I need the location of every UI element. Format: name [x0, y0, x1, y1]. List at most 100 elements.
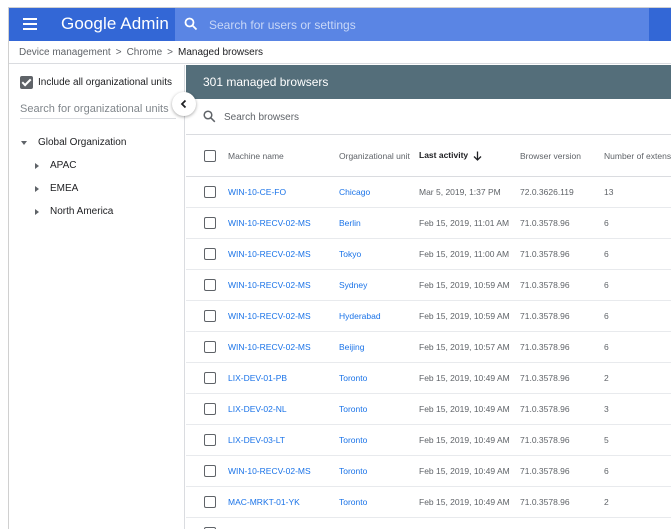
org-unit-link[interactable]: Beijing	[339, 331, 419, 363]
extensions-count-cell: 13	[604, 176, 671, 208]
tree-item-label: North America	[50, 206, 114, 217]
table-row[interactable]: WIN-10-RECV-02-MS Toronto Feb 15, 2019, 10…	[186, 455, 671, 487]
collapse-sidebar-button[interactable]	[172, 92, 196, 116]
machine-name-link[interactable]: WIN-10-RECV-02-MS	[228, 331, 339, 363]
breadcrumb-device-management[interactable]: Device management	[19, 47, 111, 58]
breadcrumb-chrome[interactable]: Chrome	[127, 47, 163, 58]
table-row[interactable]: WIN-10-RECV-02-MS Sydney Feb 15, 2019, 10:…	[186, 269, 671, 301]
table-row[interactable]: WIN-10-RECV-02-MS Tokyo Feb 15, 2019, 11:0…	[186, 238, 671, 270]
breadcrumb: Device management > Chrome > Managed browser…	[9, 41, 671, 64]
machine-name-link[interactable]: MAC-MRKT-01-YK	[228, 486, 339, 518]
machine-name-link[interactable]: WIN-10-CE-FO	[228, 176, 339, 208]
browser-version-cell: 71.0.3578.96	[520, 269, 604, 301]
arrow-down-icon[interactable]	[473, 151, 482, 162]
app-title[interactable]: Google Admin	[61, 14, 169, 34]
browser-search-input[interactable]	[224, 107, 624, 127]
caret-right-icon[interactable]	[35, 208, 39, 215]
table-row[interactable]: LIX-DEV-03-LT Toronto Feb 15, 2019, 10:49 …	[186, 424, 671, 456]
column-header-last-activity[interactable]: Last activity	[419, 136, 520, 177]
browser-version-cell: 71.0.3578.96	[520, 486, 604, 518]
column-header-browser-version[interactable]: Browser version	[520, 136, 604, 177]
browser-search-row	[186, 99, 671, 135]
row-select-cell	[186, 393, 228, 425]
caret-right-icon[interactable]	[35, 185, 39, 192]
extensions-count-cell: 6	[604, 269, 671, 301]
breadcrumb-separator: >	[115, 47, 122, 58]
machine-name-link[interactable]: WIN-10-RECV-02-MS	[228, 207, 339, 239]
browser-version-cell: 71.0.3578.96	[520, 238, 604, 270]
org-unit-link[interactable]: Hyderabad	[339, 300, 419, 332]
managed-browsers-panel: 301 managed browsers Machine name Organi…	[186, 65, 671, 529]
machine-name-link[interactable]: WIN-10-RECV-02-MS	[228, 455, 339, 487]
tree-item-emea[interactable]: EMEA	[35, 183, 78, 194]
row-checkbox[interactable]	[204, 247, 216, 260]
browser-version-cell: 71.0.3578.96	[520, 362, 604, 394]
row-checkbox[interactable]	[204, 495, 216, 508]
caret-down-icon[interactable]	[21, 140, 27, 145]
extensions-count-cell: 6	[604, 455, 671, 487]
table-row[interactable]: WIN-10-RECV-02-MS Beijing Feb 15, 2019, 10…	[186, 331, 671, 363]
global-search-bar	[175, 8, 649, 41]
org-unit-link[interactable]: Toronto	[339, 424, 419, 456]
org-unit-link[interactable]: Sydney	[339, 269, 419, 301]
table-header-row: Machine name Organizational unit Last ac…	[186, 136, 671, 177]
org-unit-search-input[interactable]	[20, 99, 176, 119]
machine-name-link[interactable]: LIX-DEV-01-PB	[228, 362, 339, 394]
include-all-org-units[interactable]: Include all organizational units	[20, 75, 172, 89]
column-header-extensions[interactable]: Number of extensions	[604, 136, 671, 177]
org-unit-link[interactable]: Tokyo	[339, 238, 419, 270]
row-checkbox[interactable]	[204, 340, 216, 353]
table-row[interactable]: WIN-10-RECV-02-MS Berlin Feb 15, 2019, 11:…	[186, 207, 671, 239]
row-checkbox[interactable]	[204, 278, 216, 291]
table-row[interactable]: MAC-MRKT-02-RVTorontoFeb 15, 2019, 10:49…	[186, 517, 671, 529]
extensions-count-cell: 6	[604, 331, 671, 363]
machine-name-link[interactable]: MAC-MRKT-02-RV	[228, 517, 339, 529]
org-unit-link[interactable]: Berlin	[339, 207, 419, 239]
table-row[interactable]: WIN-10-RECV-02-MS Hyderabad Feb 15, 2019, …	[186, 300, 671, 332]
org-unit-link[interactable]: Chicago	[339, 176, 419, 208]
row-checkbox[interactable]	[204, 371, 216, 384]
caret-right-icon[interactable]	[35, 162, 39, 169]
org-unit-link[interactable]: Toronto	[339, 517, 419, 529]
org-unit-link[interactable]: Toronto	[339, 362, 419, 394]
row-checkbox[interactable]	[204, 309, 216, 322]
extensions-count-cell: 5	[604, 424, 671, 456]
row-select-cell	[186, 238, 228, 270]
row-checkbox[interactable]	[204, 433, 216, 446]
extensions-count-cell: 6	[604, 238, 671, 270]
org-unit-link[interactable]: Toronto	[339, 455, 419, 487]
search-icon	[203, 110, 216, 123]
row-checkbox[interactable]	[204, 402, 216, 415]
machine-name-link[interactable]: LIX-DEV-02-NL	[228, 393, 339, 425]
last-activity-cell: Feb 15, 2019, 10:57 AM	[419, 331, 520, 363]
include-all-checkbox[interactable]	[20, 75, 33, 89]
menu-icon[interactable]	[23, 18, 37, 30]
row-checkbox[interactable]	[204, 464, 216, 477]
machine-name-link[interactable]: LIX-DEV-03-LT	[228, 424, 339, 456]
last-activity-cell: Feb 15, 2019, 10:49 AM	[419, 486, 520, 518]
tree-item-global-organization[interactable]: Global Organization	[21, 137, 126, 148]
org-unit-link[interactable]: Toronto	[339, 393, 419, 425]
machine-name-link[interactable]: WIN-10-RECV-02-MS	[228, 269, 339, 301]
last-activity-cell: Feb 15, 2019, 10:49 AM	[419, 455, 520, 487]
tree-item-apac[interactable]: APAC	[35, 160, 77, 171]
select-all-checkbox[interactable]	[204, 149, 216, 162]
table-row[interactable]: LIX-DEV-02-NL Toronto Feb 15, 2019, 10:49 …	[186, 393, 671, 425]
org-unit-link[interactable]: Toronto	[339, 486, 419, 518]
table-row[interactable]: MAC-MRKT-01-YK Toronto Feb 15, 2019, 10:49…	[186, 486, 671, 518]
search-icon	[184, 17, 198, 31]
machine-name-link[interactable]: WIN-10-RECV-02-MS	[228, 300, 339, 332]
column-header-machine-name[interactable]: Machine name	[228, 136, 339, 177]
extensions-count-cell: 2	[604, 486, 671, 518]
tree-item-north-america[interactable]: North America	[35, 206, 113, 217]
machine-name-link[interactable]: WIN-10-RECV-02-MS	[228, 238, 339, 270]
browser-version-cell: 71.0.3578.96	[520, 207, 604, 239]
row-checkbox[interactable]	[204, 216, 216, 229]
row-checkbox[interactable]	[204, 185, 216, 198]
column-header-org-unit[interactable]: Organizational unit	[339, 136, 419, 177]
global-search-input[interactable]	[209, 8, 629, 41]
table-row[interactable]: LIX-DEV-01-PB Toronto Feb 15, 2019, 10:49 …	[186, 362, 671, 394]
row-select-cell	[186, 300, 228, 332]
browser-version-cell: 71.0.3578.96	[520, 393, 604, 425]
table-row[interactable]: WIN-10-CE-FO Chicago Mar 5, 2019, 1:37 PM 7…	[186, 176, 671, 208]
